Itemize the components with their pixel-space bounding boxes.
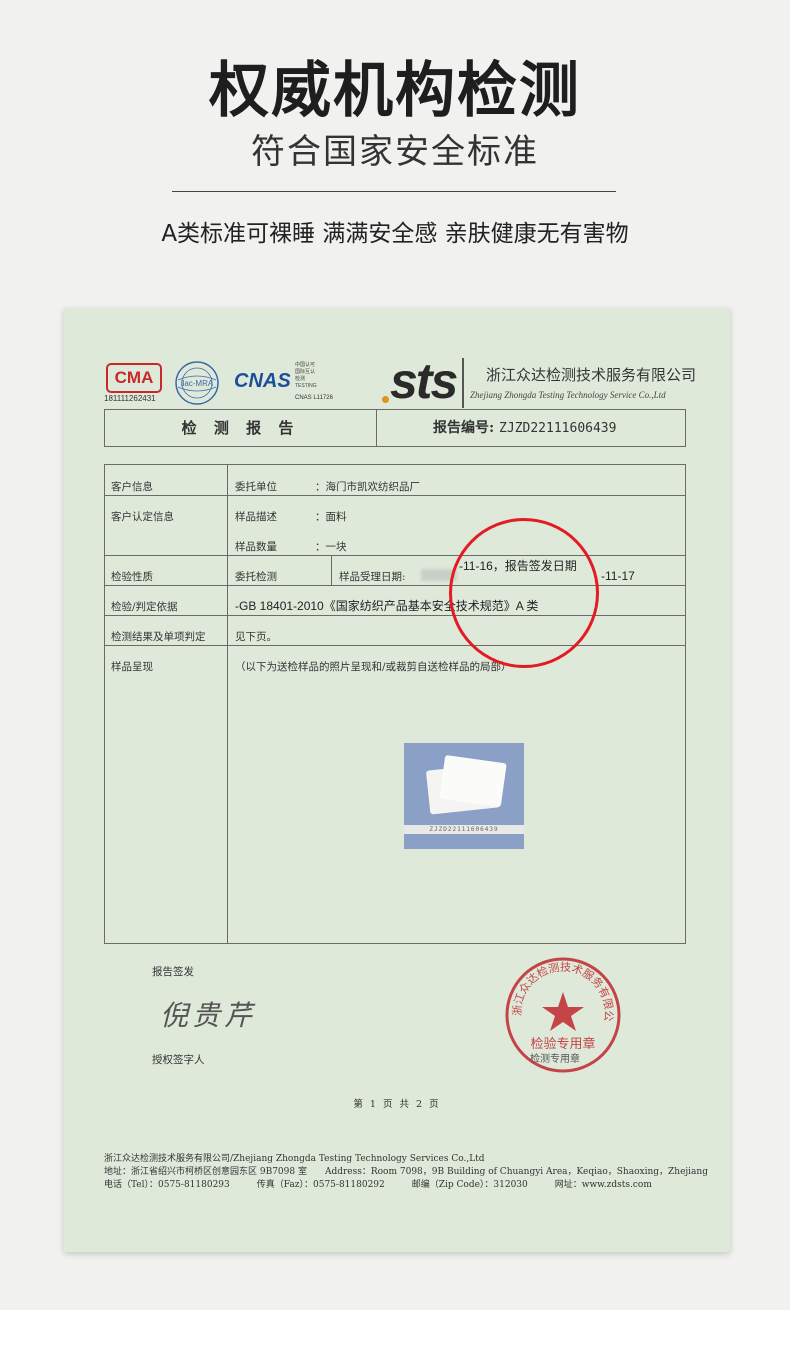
cnas-caption: 中国认可 国际互认 检测 TESTING <box>295 362 317 390</box>
cnas-caption-line: TESTING <box>295 383 317 389</box>
sts-divider <box>462 358 464 408</box>
entrust-unit-label: 委托单位 <box>235 481 277 493</box>
footer-address: 地址：浙江省绍兴市柯桥区创意园东区 9B7098 室 Address：Room … <box>104 1167 708 1177</box>
cma-number: 181111262431 <box>104 394 156 403</box>
table-divider <box>105 495 685 496</box>
cnas-logo: CNAS <box>234 370 291 392</box>
seal-star-icon <box>542 992 584 1031</box>
handwritten-signature: 倪贵芹 <box>160 999 257 1032</box>
report-number-cell: 报告编号: ZJZD22111606439 <box>377 410 685 446</box>
subheadline: 符合国家安全标准 <box>251 132 539 172</box>
report-number-label: 报告编号: <box>433 420 495 436</box>
sample-photo: ZJZD22111606439 <box>404 743 524 849</box>
sample-desc-value: ：面料 <box>315 511 347 523</box>
test-type: 委托检测 <box>235 571 277 583</box>
ilac-mra-logo: ilac-MRA <box>175 361 219 405</box>
report-number: ZJZD22111606439 <box>499 421 617 436</box>
table-divider <box>331 555 332 585</box>
issue-label: 报告签发 <box>152 966 194 978</box>
sts-dot <box>382 396 389 403</box>
divider <box>172 191 616 192</box>
accept-date-label: 样品受理日期: <box>339 571 406 583</box>
table-divider <box>227 465 228 943</box>
row-label-sample-show: 样品呈现 <box>111 661 153 673</box>
authorized-signatory-label: 授权签字人 <box>152 1054 205 1066</box>
issue-date-value: -11-17 <box>601 569 635 583</box>
entrust-unit-value: ：海门市凯欢纺织品厂 <box>315 481 420 493</box>
ilac-text: ilac-MRA <box>181 379 214 388</box>
row-label-client-confirm: 客户认定信息 <box>111 511 174 523</box>
footer-contact: 电话（Tel）：0575-81180293 传真（Faz）：0575-81180… <box>104 1180 652 1190</box>
table-divider <box>105 555 685 556</box>
footer-company: 浙江众达检测技术服务有限公司/Zhejiang Zhongda Testing … <box>104 1154 485 1164</box>
sts-logo: sts <box>390 353 458 409</box>
cnas-number: CNAS L11726 <box>295 395 333 401</box>
fabric-sample <box>439 754 507 808</box>
organization-name-cn: 浙江众达检测技术服务有限公司 <box>486 366 697 384</box>
certificate-footer: 浙江众达检测技术服务有限公司/Zhejiang Zhongda Testing … <box>104 1153 708 1192</box>
headline: 权威机构检测 <box>209 56 581 126</box>
sample-qty-value: ：一块 <box>315 541 347 553</box>
table-divider <box>105 615 685 616</box>
cnas-caption-line: 国际互认 <box>295 369 316 375</box>
report-title: 检 测 报 告 <box>105 410 377 446</box>
seal-caption: 检测专用章 <box>530 1054 580 1065</box>
cma-logo: CMA <box>106 363 162 393</box>
row-label-test-nature: 检验性质 <box>111 571 153 583</box>
test-report-certificate: CMA 181111262431 ilac-MRA CNAS 中国认可 国际互认… <box>64 308 730 1252</box>
row-label-basis: 检验/判定依据 <box>111 601 178 613</box>
sample-show-value: （以下为送检样品的照片呈现和/或裁剪自送检样品的局部） <box>235 661 512 673</box>
tagline: A类标准可裸睡 满满安全感 亲肤健康无有害物 <box>161 221 629 247</box>
sample-qty-label: 样品数量 <box>235 541 277 553</box>
row-label-result: 检测结果及单项判定 <box>111 631 206 643</box>
row-label-client-info: 客户信息 <box>111 481 153 493</box>
cnas-caption-line: 检测 <box>295 376 306 382</box>
highlight-circle <box>449 518 599 668</box>
sample-desc-label: 样品描述 <box>235 511 277 523</box>
sample-label-strip: ZJZD22111606439 <box>404 825 524 834</box>
organization-name-en: Zhejiang Zhongda Testing Technology Serv… <box>470 390 666 400</box>
page-number: 第 1 页 共 2 页 <box>353 1099 441 1110</box>
cnas-caption-line: 中国认可 <box>295 362 316 368</box>
table-divider <box>105 645 685 646</box>
report-title-bar: 检 测 报 告 报告编号: ZJZD22111606439 <box>104 409 686 447</box>
result-value: 见下页。 <box>235 631 277 643</box>
report-table: 客户信息 客户认定信息 检验性质 检验/判定依据 检测结果及单项判定 样品呈现 … <box>104 464 686 944</box>
